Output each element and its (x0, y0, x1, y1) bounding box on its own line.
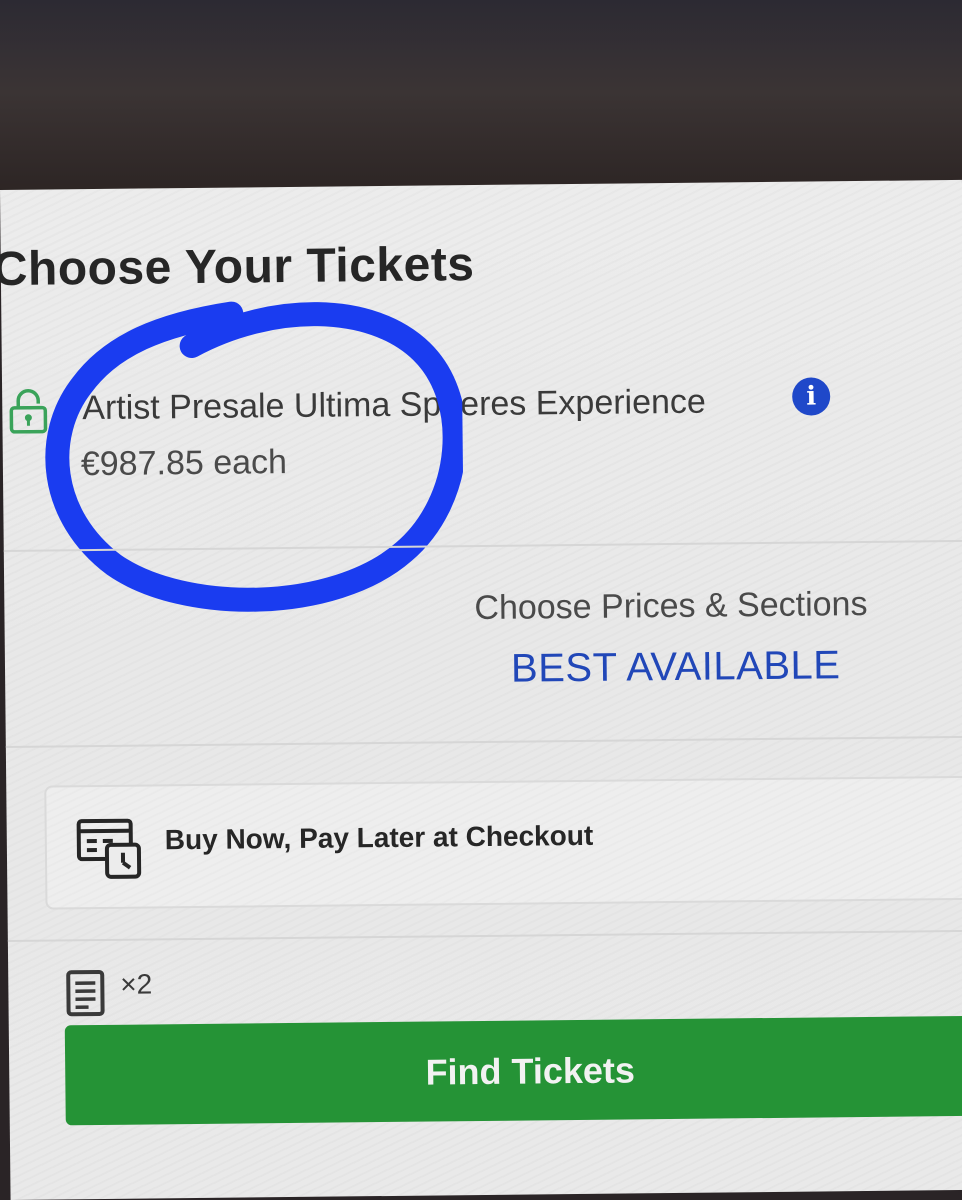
lock-icon (9, 388, 48, 434)
section-divider (7, 929, 962, 942)
info-icon[interactable]: i (792, 377, 831, 416)
prices-sections-label: Choose Prices & Sections (474, 584, 868, 628)
ticket-type-name[interactable]: Artist Presale Ultima Spheres Experience (82, 383, 706, 429)
find-tickets-button[interactable]: Find Tickets (64, 1015, 962, 1126)
page-title: Choose Your Tickets (0, 238, 475, 297)
section-divider (5, 735, 962, 748)
monitor-bezel (0, 0, 962, 205)
buy-now-pay-later-label: Buy Now, Pay Later at Checkout (164, 819, 594, 856)
ticket-quantity: ×2 (120, 968, 153, 1000)
section-divider (3, 539, 962, 552)
best-available-link[interactable]: BEST AVAILABLE (511, 643, 841, 691)
document-icon (66, 970, 105, 1017)
ticket-selection-panel: Choose Your Tickets Artist Presale Ultim… (0, 179, 962, 1200)
ticket-price: €987.85 each (80, 443, 288, 484)
calendar-clock-icon (76, 818, 142, 879)
buy-now-pay-later-banner[interactable]: Buy Now, Pay Later at Checkout (44, 775, 962, 910)
